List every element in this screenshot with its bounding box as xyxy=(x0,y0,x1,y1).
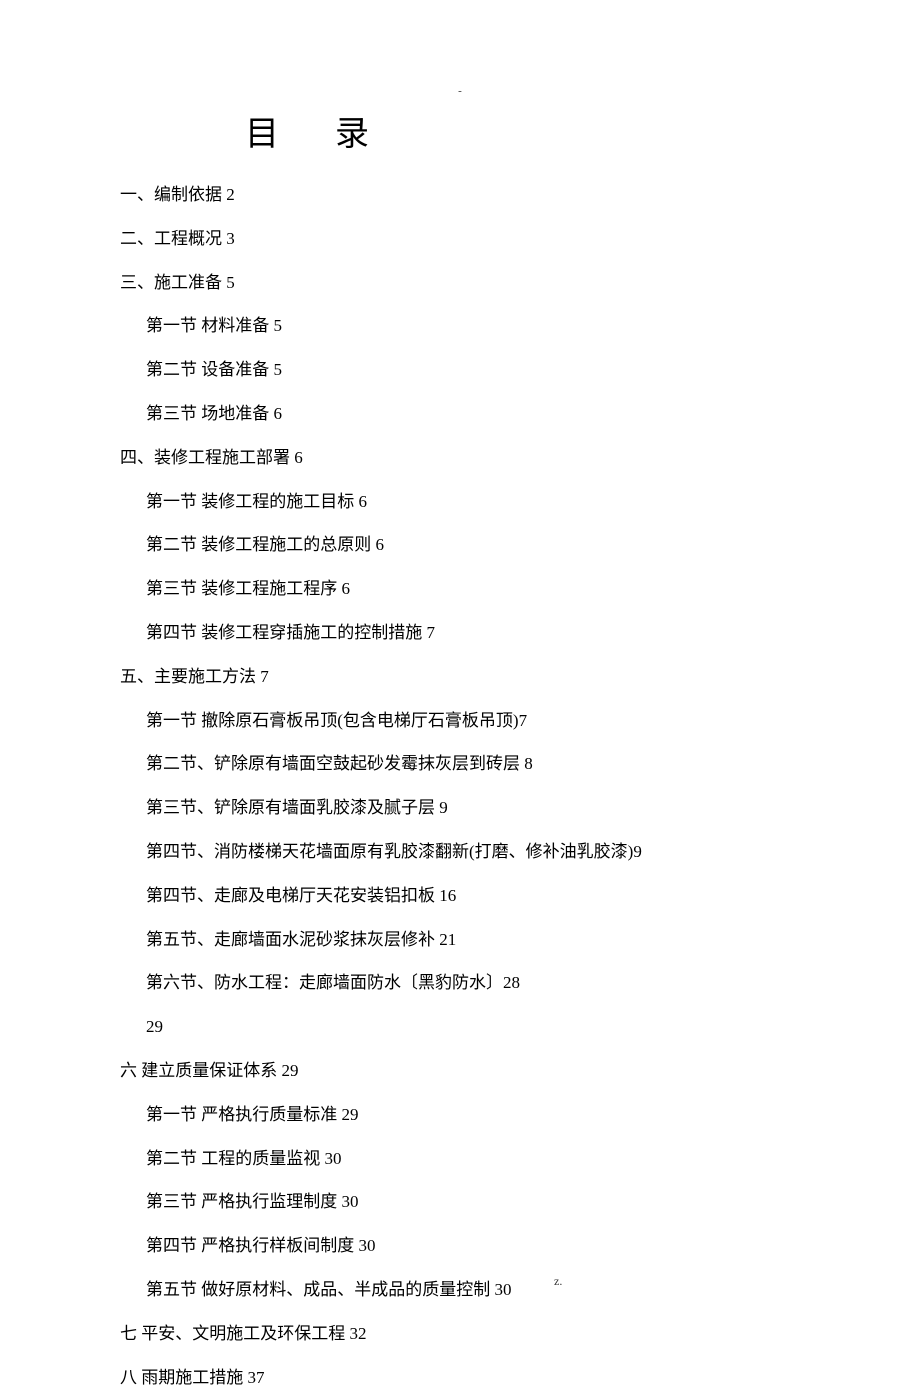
toc-subitem: 第五节、走廊墙面水泥砂浆抹灰层修补 21 xyxy=(146,928,800,952)
toc-item: 六 建立质量保证体系 29 xyxy=(120,1059,800,1083)
title-char-2: 录 xyxy=(335,116,369,153)
toc-item: 二、工程概况 3 xyxy=(120,227,800,251)
toc-subitem: 第一节 装修工程的施工目标 6 xyxy=(146,490,800,514)
toc-item: 五、主要施工方法 7 xyxy=(120,665,800,689)
toc-subitem: 第一节 撤除原石膏板吊顶(包含电梯厅石膏板吊顶)7 xyxy=(146,709,800,733)
toc-subitem: 第二节、铲除原有墙面空鼓起砂发霉抹灰层到砖层 8 xyxy=(146,752,800,776)
toc-subitem: 第二节 工程的质量监视 30 xyxy=(146,1147,800,1171)
toc-item: 四、装修工程施工部署 6 xyxy=(120,446,800,470)
toc-subitem: 第二节 装修工程施工的总原则 6 xyxy=(146,533,800,557)
toc-subgroup: 第一节 严格执行质量标准 29 第二节 工程的质量监视 30 第三节 严格执行监… xyxy=(146,1103,800,1302)
toc-subitem: 第五节 做好原材料、成品、半成品的质量控制 30 xyxy=(146,1278,800,1302)
header-mark: - xyxy=(458,85,462,97)
footer-z: z. xyxy=(554,1274,562,1289)
toc-subitem: 第三节 装修工程施工程序 6 xyxy=(146,577,800,601)
toc-subitem: 29 xyxy=(146,1015,800,1039)
footer-dot: . xyxy=(360,1274,363,1289)
toc-subitem: 第六节、防水工程：走廊墙面防水〔黑豹防水〕28 xyxy=(146,971,800,995)
toc-subgroup: 第一节 撤除原石膏板吊顶(包含电梯厅石膏板吊顶)7 第二节、铲除原有墙面空鼓起砂… xyxy=(146,709,800,1039)
toc-subitem: 第三节 严格执行监理制度 30 xyxy=(146,1190,800,1214)
toc-subitem: 第三节、铲除原有墙面乳胶漆及腻子层 9 xyxy=(146,796,800,820)
document-page: - 目录 一、编制依据 2 二、工程概况 3 三、施工准备 5 第一节 材料准备… xyxy=(0,0,920,1302)
toc-subitem: 第一节 材料准备 5 xyxy=(146,314,800,338)
toc-subgroup: 第一节 材料准备 5 第二节 设备准备 5 第三节 场地准备 6 xyxy=(146,314,800,425)
page-title: 目录 xyxy=(245,106,800,155)
toc-subitem: 第四节、走廊及电梯厅天花安装铝扣板 16 xyxy=(146,884,800,908)
toc-subitem: 第二节 设备准备 5 xyxy=(146,358,800,382)
toc-subgroup: 第一节 装修工程的施工目标 6 第二节 装修工程施工的总原则 6 第三节 装修工… xyxy=(146,490,800,645)
toc-subitem: 第四节、消防楼梯天花墙面原有乳胶漆翻新(打磨、修补油乳胶漆)9 xyxy=(146,840,800,864)
toc-item: 三、施工准备 5 xyxy=(120,271,800,295)
toc-subitem: 第三节 场地准备 6 xyxy=(146,402,800,426)
toc-subitem: 第四节 装修工程穿插施工的控制措施 7 xyxy=(146,621,800,645)
table-of-contents: 一、编制依据 2 二、工程概况 3 三、施工准备 5 第一节 材料准备 5 第二… xyxy=(120,183,800,1389)
title-char-1: 目 xyxy=(245,116,279,153)
toc-item: 八 雨期施工措施 37 xyxy=(120,1366,800,1389)
toc-item: 一、编制依据 2 xyxy=(120,183,800,207)
toc-subitem: 第一节 严格执行质量标准 29 xyxy=(146,1103,800,1127)
toc-item: 七 平安、文明施工及环保工程 32 xyxy=(120,1322,800,1346)
toc-subitem: 第四节 严格执行样板间制度 30 xyxy=(146,1234,800,1258)
